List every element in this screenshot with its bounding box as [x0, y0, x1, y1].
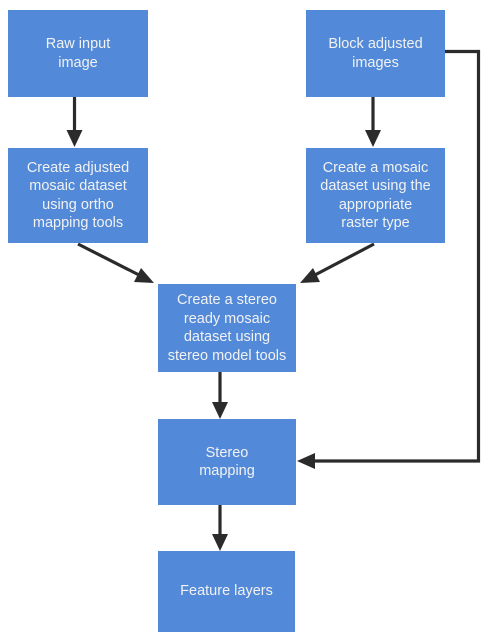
node-block-adjusted-images[interactable]: Block adjusted images	[306, 10, 445, 97]
node-label-raw-input-image: Raw input image	[45, 36, 111, 71]
node-label-create-adjusted-mosaic-dataset: Create adjusted mosaic dataset using ort…	[26, 159, 130, 232]
node-create-mosaic-dataset-raster-type[interactable]: Create a mosaic dataset using the approp…	[306, 148, 445, 243]
edge-stereo-ready-to-stereo-mapping	[212, 372, 228, 419]
edge-adjusted-mosaic-to-stereo-ready	[77, 242, 154, 283]
node-feature-layers[interactable]: Feature layers	[158, 551, 295, 632]
node-create-stereo-ready-mosaic-dataset[interactable]: Create a stereo ready mosaic dataset usi…	[158, 284, 296, 372]
node-label-create-mosaic-dataset-raster-type: Create a mosaic dataset using the approp…	[320, 159, 431, 232]
node-label-feature-layers: Feature layers	[180, 583, 273, 600]
node-label-stereo-mapping: Stereo mapping	[199, 444, 255, 480]
node-label-block-adjusted-images: Block adjusted images	[328, 36, 423, 71]
node-stereo-mapping[interactable]: Stereo mapping	[158, 419, 296, 505]
edge-block-to-mosaic-raster	[365, 97, 381, 147]
edge-mosaic-raster-to-stereo-ready	[300, 242, 375, 283]
node-label-create-stereo-ready-mosaic-dataset: Create a stereo ready mosaic dataset usi…	[167, 292, 287, 364]
node-create-adjusted-mosaic-dataset[interactable]: Create adjusted mosaic dataset using ort…	[8, 148, 148, 243]
edge-stereo-mapping-to-feature-layers	[212, 505, 228, 551]
edge-block-adjusted-to-stereo-mapping	[297, 49, 481, 469]
node-raw-input-image[interactable]: Raw input image	[8, 10, 148, 97]
edge-raw-to-adjusted-mosaic	[66, 97, 83, 147]
flowchart-diagram: Raw input image Block adjusted images Cr…	[0, 0, 500, 640]
